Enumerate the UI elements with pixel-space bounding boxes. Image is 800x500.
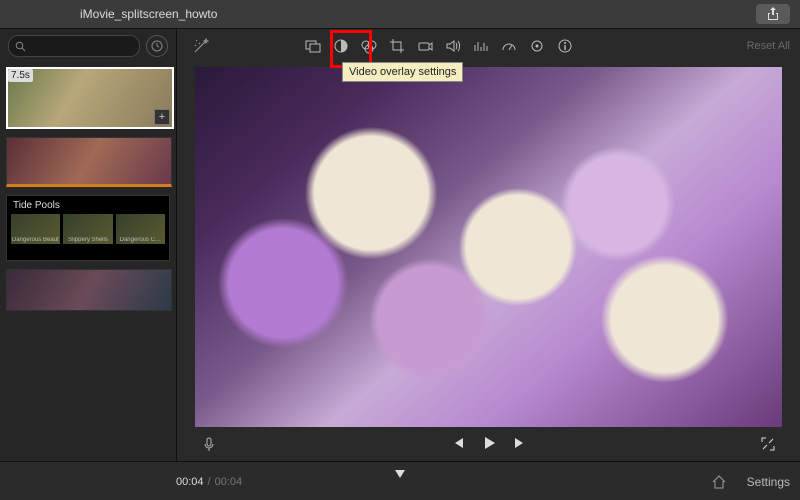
crop-button[interactable] [384,33,410,59]
clip-duration-badge: 7.5s [8,69,33,82]
playhead-marker[interactable] [394,468,406,482]
volume-button[interactable] [440,33,466,59]
magic-wand-icon[interactable] [188,33,214,59]
share-icon [767,7,779,21]
color-balance-button[interactable] [328,33,354,59]
window-titlebar: iMovie_splitscreen_howto [0,0,800,29]
clip-thumb-1[interactable]: 7.5s + [6,67,174,129]
clip-thumb-2[interactable] [6,137,172,187]
titles-card[interactable]: Tide Pools Dangerous Beauty Anemone Slip… [6,195,170,261]
time-total: 00:04 [215,476,243,488]
next-button[interactable] [512,435,528,454]
main-panel: Reset All [177,29,800,461]
voiceover-button[interactable] [196,431,222,457]
clip-thumb-3[interactable] [6,269,172,311]
video-preview[interactable] [195,67,782,427]
settings-button[interactable]: Settings [747,475,790,489]
title-thumb-2[interactable]: Slippery Shells [63,214,112,244]
media-sidebar: 7.5s + Tide Pools Dangerous Beauty Anemo… [0,29,177,461]
time-readout: 00:04 / 00:04 [176,476,242,488]
overlay-settings-button[interactable] [300,33,326,59]
time-current: 00:04 [176,476,204,488]
search-input[interactable] [8,35,140,57]
recent-button[interactable] [146,35,168,57]
reset-all-button[interactable]: Reset All [747,40,790,52]
search-icon [15,41,26,52]
window-title: iMovie_splitscreen_howto [80,7,217,21]
titles-card-label: Tide Pools [13,200,165,211]
playback-controls [177,427,800,461]
eq-button[interactable] [468,33,494,59]
stabilize-button[interactable] [412,33,438,59]
noise-button[interactable] [524,33,550,59]
timeline-bar[interactable]: 00:04 / 00:04 Settings [0,461,800,500]
info-button[interactable] [552,33,578,59]
fullscreen-button[interactable] [755,431,781,457]
share-button[interactable] [756,4,790,24]
adjust-toolbar: Reset All [177,29,800,63]
play-button[interactable] [480,434,498,455]
title-thumb-3[interactable]: Dangerous C… [116,214,165,244]
overlay-tooltip: Video overlay settings [342,62,463,82]
add-clip-button[interactable]: + [154,109,170,125]
preview-frame [195,67,782,427]
clock-icon [151,40,163,52]
color-correct-button[interactable] [356,33,382,59]
prev-button[interactable] [450,435,466,454]
title-thumb-1[interactable]: Dangerous Beauty Anemone [11,214,60,244]
speed-button[interactable] [496,33,522,59]
home-button[interactable] [706,469,732,495]
